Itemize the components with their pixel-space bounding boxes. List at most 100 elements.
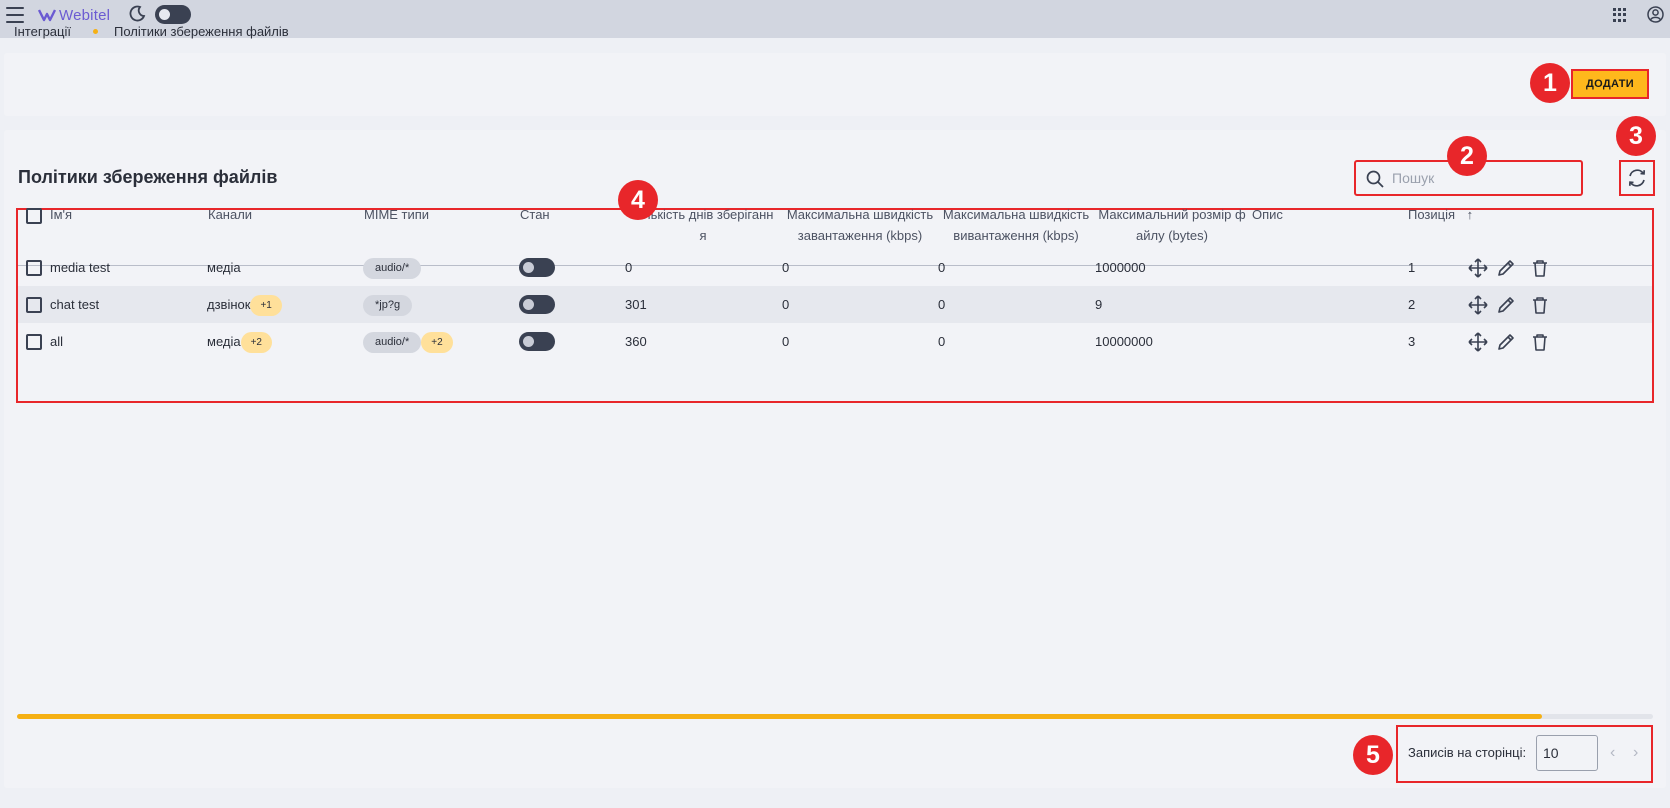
- row-download-speed: 0: [938, 297, 946, 312]
- row-position: 2: [1408, 297, 1416, 312]
- delete-trash-icon[interactable]: [1530, 258, 1550, 278]
- brand-name: Webitel: [59, 6, 111, 24]
- column-header-maxsize-line1: Максимальний розмір ф: [1098, 207, 1246, 222]
- refresh-icon: [1628, 169, 1646, 187]
- page-title: Політики збереження файлів: [18, 167, 278, 187]
- row-checkbox[interactable]: [26, 334, 42, 350]
- page-size-label: Записів на сторінці:: [1408, 745, 1527, 760]
- row-channels: медіа: [207, 249, 241, 286]
- column-header-upload-line1: Максимальна швидкість: [786, 207, 934, 222]
- breadcrumb-parent[interactable]: Інтеграції: [14, 24, 71, 39]
- theme-toggle[interactable]: [155, 5, 191, 24]
- row-download-speed: 0: [938, 334, 946, 349]
- row-max-size: 9: [1095, 297, 1103, 312]
- row-position: 1: [1408, 260, 1416, 275]
- row-mime: audio/* +2: [363, 323, 453, 360]
- mime-more-badge[interactable]: +2: [421, 332, 453, 354]
- column-header-upload-line2: завантаження (kbps): [797, 228, 923, 243]
- row-retention-days: 360: [625, 334, 647, 349]
- table-row[interactable]: media test медіа audio/* 0 0 0 1000000 1: [18, 249, 1652, 286]
- row-channels: медіа +2: [207, 323, 272, 360]
- breadcrumb: Інтеграції Політики збереження файлів: [14, 24, 289, 39]
- row-retention-days: 301: [625, 297, 647, 312]
- column-header-channels[interactable]: Канали: [208, 204, 252, 225]
- move-icon[interactable]: [1468, 295, 1488, 315]
- mime-chip: audio/*: [363, 258, 422, 280]
- row-mime: *jp?g: [363, 286, 413, 323]
- hamburger-icon[interactable]: [6, 7, 24, 23]
- account-icon[interactable]: [1647, 6, 1664, 23]
- row-name: media test: [50, 260, 110, 275]
- column-header-download-speed[interactable]: Максимальна швидкість вивантаження (kbps…: [940, 204, 1092, 246]
- row-channel: дзвінок: [207, 297, 251, 312]
- row-mime: audio/*: [363, 249, 422, 286]
- webitel-logo-mark-icon: [38, 9, 56, 22]
- edit-pencil-icon[interactable]: [1496, 332, 1516, 352]
- row-upload-speed: 0: [782, 334, 790, 349]
- callout-marker-1: 1: [1530, 63, 1570, 103]
- row-channels: дзвінок +1: [207, 286, 282, 323]
- row-checkbox[interactable]: [26, 297, 42, 313]
- delete-trash-icon[interactable]: [1530, 295, 1550, 315]
- column-header-download-line2: вивантаження (kbps): [953, 228, 1079, 243]
- search-input[interactable]: [1392, 168, 1572, 188]
- table-row[interactable]: chat test дзвінок +1 *jp?g 301 0 0 9 2: [18, 286, 1652, 323]
- search-icon: [1366, 170, 1384, 188]
- move-icon[interactable]: [1468, 332, 1488, 352]
- row-upload-speed: 0: [782, 297, 790, 312]
- breadcrumb-current: Політики збереження файлів: [113, 24, 289, 39]
- delete-trash-icon[interactable]: [1530, 332, 1550, 352]
- row-position: 3: [1408, 334, 1416, 349]
- callout-marker-2: 2: [1447, 136, 1487, 176]
- row-name: all: [50, 334, 64, 349]
- column-header-position[interactable]: Позиція ↑: [1408, 204, 1473, 225]
- row-max-size: 10000000: [1095, 334, 1153, 349]
- row-channel: медіа: [207, 334, 241, 349]
- breadcrumb-panel: [4, 53, 1666, 116]
- column-header-retention-line2: я: [699, 228, 707, 243]
- edit-pencil-icon[interactable]: [1496, 295, 1516, 315]
- page-size-input[interactable]: [1536, 735, 1598, 771]
- breadcrumb-separator: [92, 29, 98, 34]
- next-page-icon[interactable]: ›: [1633, 744, 1638, 762]
- column-header-upload-speed[interactable]: Максимальна швидкість завантаження (kbps…: [784, 204, 936, 246]
- state-toggle[interactable]: [519, 332, 555, 351]
- row-channel: медіа: [207, 260, 241, 275]
- channel-more-badge[interactable]: +2: [240, 332, 272, 354]
- webitel-logo[interactable]: Webitel: [38, 5, 110, 25]
- state-toggle[interactable]: [519, 258, 555, 277]
- column-header-position-label: Позиція: [1408, 207, 1456, 222]
- column-header-max-size[interactable]: Максимальний розмір ф айлу (bytes): [1096, 204, 1248, 246]
- moon-icon: [129, 5, 146, 22]
- refresh-button[interactable]: [1619, 160, 1655, 196]
- column-header-mime[interactable]: MIME типи: [364, 204, 429, 225]
- row-checkbox[interactable]: [26, 260, 42, 276]
- horizontal-scrollbar[interactable]: [17, 714, 1653, 719]
- row-download-speed: 0: [938, 260, 946, 275]
- mime-chip: audio/*: [363, 332, 422, 354]
- table-row[interactable]: all медіа +2 audio/* +2 360 0 0 10000000 3: [18, 323, 1652, 360]
- edit-pencil-icon[interactable]: [1496, 258, 1516, 278]
- column-header-download-line1: Максимальна швидкість: [942, 207, 1090, 222]
- move-icon[interactable]: [1468, 258, 1488, 278]
- select-all-checkbox[interactable]: [26, 208, 42, 224]
- sort-ascending-icon: ↑: [1466, 207, 1474, 222]
- scrollbar-thumb[interactable]: [17, 714, 1542, 719]
- prev-page-icon[interactable]: ‹: [1610, 744, 1615, 762]
- row-max-size: 1000000: [1095, 260, 1146, 275]
- column-header-state[interactable]: Стан: [520, 204, 550, 225]
- callout-marker-4: 4: [618, 180, 658, 220]
- callout-marker-3: 3: [1616, 116, 1656, 156]
- row-name: chat test: [50, 297, 100, 312]
- mime-chip: *jp?g: [363, 295, 413, 317]
- state-toggle[interactable]: [519, 295, 555, 314]
- column-header-name[interactable]: Ім'я: [50, 204, 72, 225]
- row-upload-speed: 0: [782, 260, 790, 275]
- apps-grid-icon[interactable]: [1613, 8, 1627, 22]
- add-button[interactable]: ДОДАТИ: [1571, 69, 1649, 99]
- channel-more-badge[interactable]: +1: [250, 295, 282, 317]
- callout-marker-5: 5: [1353, 735, 1393, 775]
- column-header-maxsize-line2: айлу (bytes): [1136, 228, 1208, 243]
- column-header-description[interactable]: Опис: [1252, 204, 1283, 225]
- row-retention-days: 0: [625, 260, 633, 275]
